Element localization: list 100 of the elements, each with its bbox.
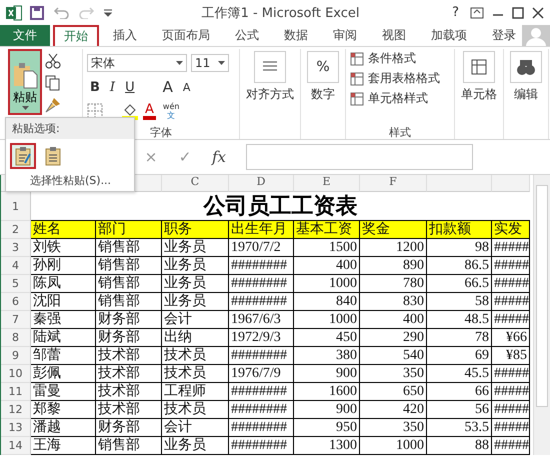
row-header[interactable]: 10 [1, 365, 31, 383]
caret-icon[interactable] [218, 60, 225, 66]
underline-button[interactable]: U [122, 80, 138, 94]
paste-button[interactable]: 粘贴 [8, 49, 42, 115]
font-color-button[interactable]: A [143, 102, 156, 120]
file-tab[interactable]: 文件 [0, 25, 50, 46]
italic-button[interactable]: I [106, 80, 118, 94]
maximize-icon[interactable] [512, 6, 524, 18]
styles-menu-item[interactable]: 套用表格格式 [350, 69, 450, 88]
insert-function-button[interactable]: fx [204, 147, 234, 167]
table-cell: ######## [229, 257, 294, 275]
paste-special-item[interactable]: 选择性粘贴(S)... [30, 173, 112, 188]
brush-icon[interactable] [45, 97, 61, 113]
row-header[interactable]: 5 [1, 275, 31, 293]
row-header[interactable]: 14 [1, 437, 31, 455]
font-name-field[interactable]: 宋体 [87, 54, 187, 72]
scrollbar-thumb[interactable] [536, 185, 548, 407]
caret-icon[interactable] [22, 106, 28, 111]
ribbon-tab[interactable]: 加载项 [420, 25, 478, 46]
table-cell: 540 [360, 347, 427, 365]
grow-font-button[interactable]: A [160, 78, 176, 96]
row-header[interactable]: 13 [1, 419, 31, 437]
alignment-button[interactable]: 对齐方式 [244, 49, 296, 125]
phonetic-button[interactable]: wén 文 [160, 102, 182, 120]
table-cell: 650 [360, 383, 427, 401]
font-size-field[interactable]: 11 [191, 54, 229, 72]
column-header[interactable]: E [294, 175, 360, 192]
cells-button[interactable]: 单元格 [459, 49, 499, 125]
table-cell: 420 [360, 401, 427, 419]
table-cell: 技术员 [162, 365, 229, 383]
styles-menu-item[interactable]: 单元格样式 [350, 89, 450, 108]
table-cell: ##### [492, 293, 530, 311]
column-header[interactable]: D [229, 175, 294, 192]
column-header[interactable]: C [162, 175, 229, 192]
table-cell: ##### [492, 401, 530, 419]
table-cell: 刘铁 [31, 239, 96, 257]
formula-input[interactable] [246, 144, 473, 170]
table-cell: 出纳 [162, 329, 229, 347]
row-header[interactable]: 3 [1, 239, 31, 257]
row-header[interactable]: 6 [1, 293, 31, 311]
column-header[interactable]: F [360, 175, 427, 192]
table-cell: 业务员 [162, 257, 229, 275]
table-cell: 400 [360, 311, 427, 329]
table-cell: 58 [427, 293, 492, 311]
row-header[interactable]: 2 [1, 221, 31, 239]
row-header[interactable]: 11 [1, 383, 31, 401]
ribbon-tab[interactable]: 开始 [53, 25, 99, 46]
table-cell: 财务部 [96, 311, 162, 329]
table-cell: ##### [492, 257, 530, 275]
ribbon-display-icon[interactable] [470, 6, 484, 18]
row-header[interactable]: 12 [1, 401, 31, 419]
table-cell: 会计 [162, 419, 229, 437]
table-cell: 900 [294, 365, 360, 383]
table-cell: 780 [360, 275, 427, 293]
save-icon[interactable] [30, 6, 44, 20]
styles-menu-item[interactable]: 条件格式 [350, 49, 450, 68]
menu-heading: 粘贴选项: [6, 118, 134, 139]
ribbon-tab[interactable]: 数据 [273, 25, 319, 46]
row-header[interactable]: 1 [1, 192, 31, 221]
table-cell: ######## [229, 401, 294, 419]
table-cell: ##### [492, 365, 530, 383]
table-cell: 会计 [162, 311, 229, 329]
help-button[interactable]: ? [449, 5, 462, 20]
shrink-font-button[interactable]: A [180, 80, 194, 94]
table-cell: 45.5 [427, 365, 492, 383]
table-cell: 销售部 [96, 257, 162, 275]
table-cell: ######## [229, 275, 294, 293]
table-cell: 900 [294, 401, 360, 419]
copy-icon[interactable] [45, 75, 61, 91]
bold-button[interactable]: B [87, 80, 103, 94]
row-header[interactable]: 8 [1, 329, 31, 347]
ribbon-tab[interactable]: 插入 [102, 25, 148, 46]
close-icon[interactable] [532, 6, 544, 18]
row-header[interactable]: 9 [1, 347, 31, 365]
table-cell: 53.5 [427, 419, 492, 437]
customize-toolbar-icon[interactable] [104, 8, 112, 16]
table-cell: ##### [492, 383, 530, 401]
border-icon[interactable] [87, 103, 103, 119]
scissors-icon[interactable] [45, 53, 61, 69]
number-format-button[interactable]: % 数字 [305, 49, 341, 125]
caret-icon[interactable] [176, 60, 183, 66]
paste-option-button[interactable] [10, 143, 36, 169]
table-format-icon [350, 92, 364, 106]
row-header[interactable]: 4 [1, 257, 31, 275]
clipboard-icon [45, 146, 61, 166]
sign-in-link[interactable]: 登录 [492, 27, 522, 44]
row-header[interactable]: 7 [1, 311, 31, 329]
table-cell: ##### [492, 437, 530, 455]
table-cell: 1000 [294, 275, 360, 293]
group-label: 字体 [149, 125, 173, 139]
ribbon-tab[interactable]: 视图 [371, 25, 417, 46]
table-cell: 56 [427, 401, 492, 419]
editing-button[interactable]: 编辑 [508, 49, 544, 125]
column-heading-cell: 奖金 [360, 221, 427, 239]
ribbon-tab[interactable]: 公式 [224, 25, 270, 46]
ribbon-tab[interactable]: 页面布局 [151, 25, 221, 46]
ribbon-tab[interactable]: 审阅 [322, 25, 368, 46]
table-cell: 840 [294, 293, 360, 311]
table-cell: 雷曼 [31, 383, 96, 401]
table-cell: 工程师 [162, 383, 229, 401]
